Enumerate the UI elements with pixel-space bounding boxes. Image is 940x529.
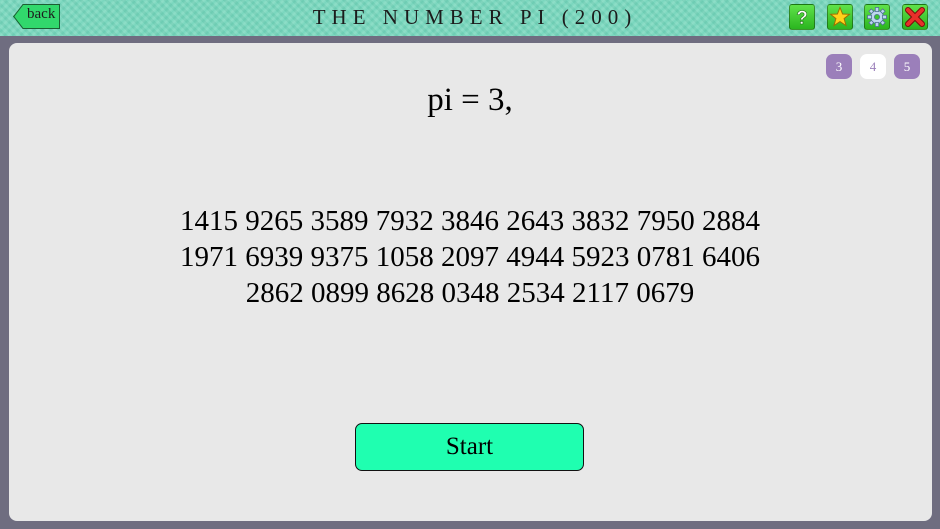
- digit-line-3: 2862 0899 8628 0348 2534 2117 0679: [245, 277, 695, 309]
- svg-text:?: ?: [796, 8, 808, 29]
- back-button-label[interactable]: back: [27, 6, 55, 23]
- favorite-button[interactable]: [827, 4, 853, 30]
- level-badge-3[interactable]: 3: [826, 54, 852, 79]
- help-button[interactable]: ?: [789, 4, 815, 30]
- pi-digits: 1415 9265 3589 7932 3846 2643 3832 7950 …: [100, 203, 840, 311]
- help-icon: ?: [796, 8, 808, 29]
- gear-icon: [867, 7, 887, 27]
- digit-line-2: 1971 6939 9375 1058 2097 4944 5923 0781 …: [180, 241, 760, 273]
- digit-line-1: 1415 9265 3589 7932 3846 2643 3832 7950 …: [180, 205, 760, 237]
- start-button[interactable]: Start: [355, 423, 584, 471]
- star-icon: [829, 6, 851, 27]
- page-title: THE NUMBER PI (200): [312, 5, 638, 29]
- pi-label: pi = 3,: [427, 82, 513, 118]
- level-badge-4[interactable]: 4: [860, 54, 886, 79]
- close-button[interactable]: [902, 4, 928, 30]
- settings-button[interactable]: [864, 4, 890, 30]
- level-badge-5[interactable]: 5: [894, 54, 920, 79]
- close-icon: [905, 7, 925, 27]
